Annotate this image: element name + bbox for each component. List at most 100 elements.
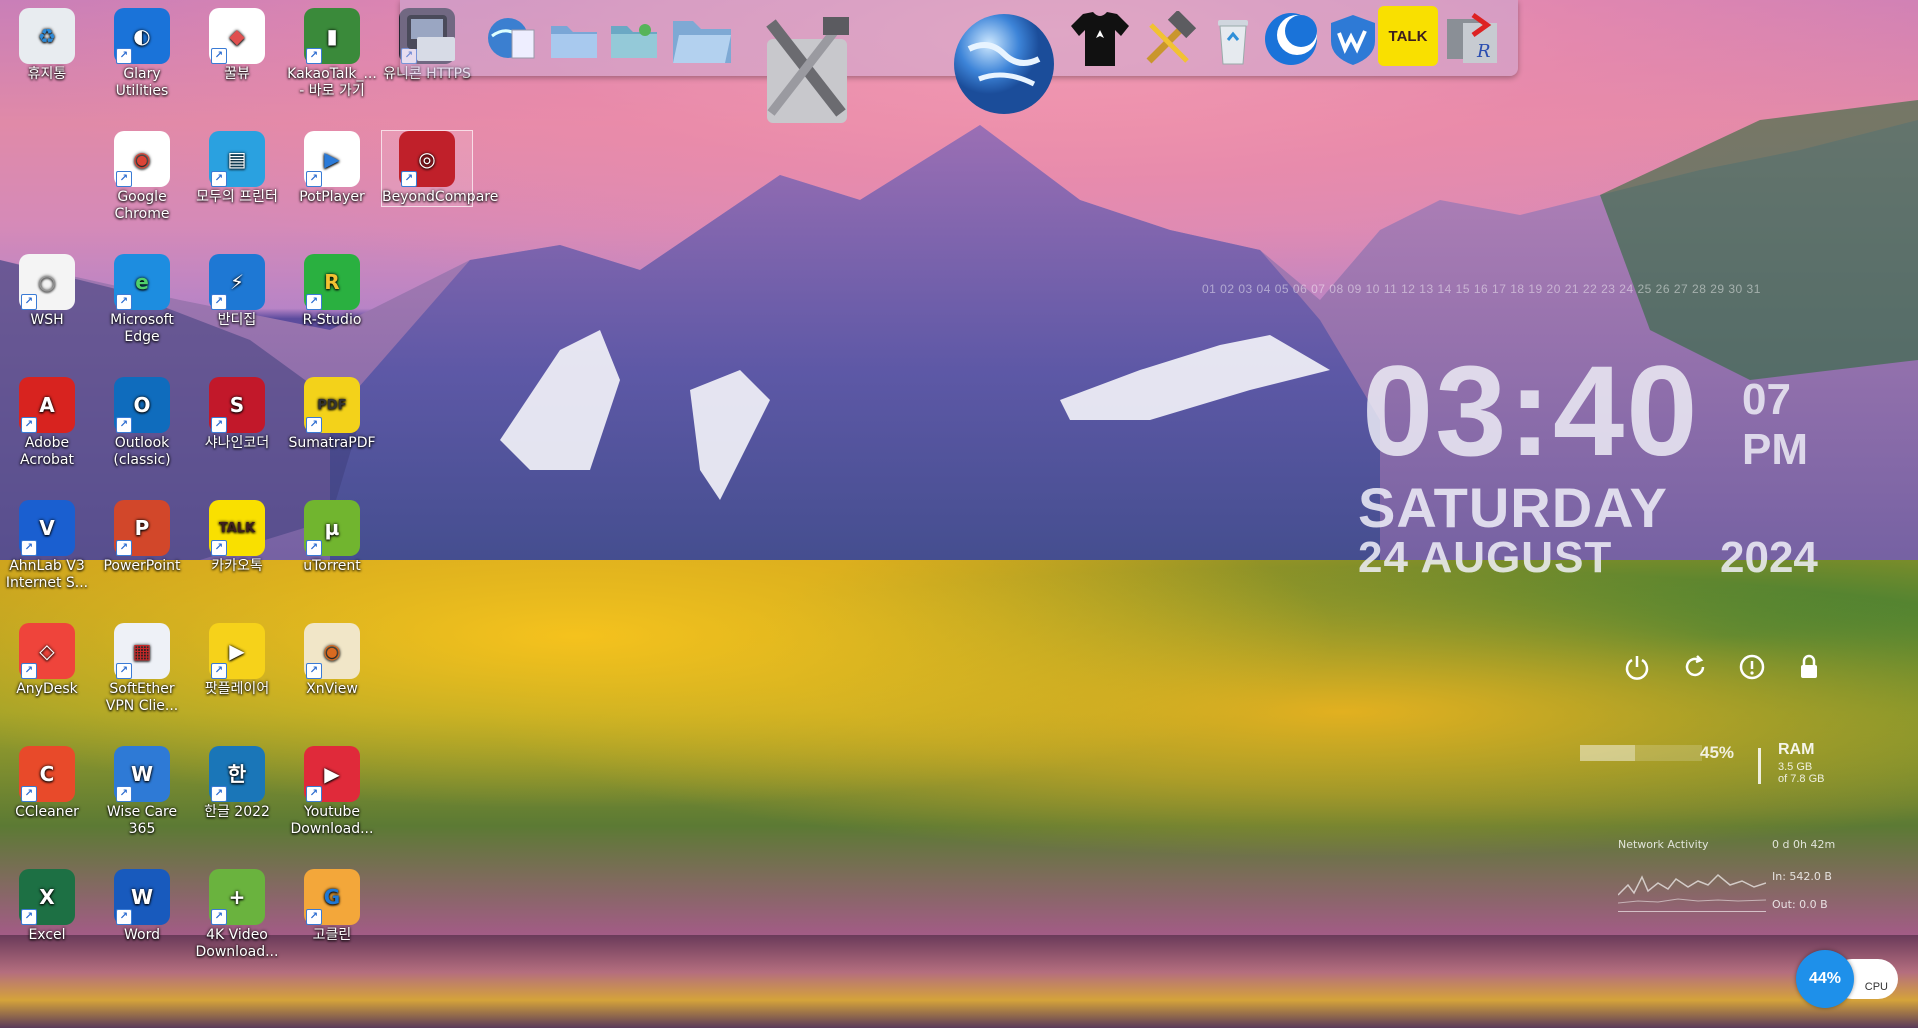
desktop-icon-label: 모두의 프린터 [196,189,278,205]
desktop-icon-label: 반디집 [217,312,257,328]
desktop-icon-word[interactable]: W ↗ Word [97,869,187,944]
desktop-icon-label: XnView [306,681,358,697]
desktop-icon-recycle-bin[interactable]: ♻ 휴지통 [2,8,92,83]
desktop-icon-chrome[interactable]: ◉ ↗ Google Chrome [97,131,187,223]
desktop-icon-label: Microsoft Edge [110,312,174,345]
rstudio-icon: R ↗ [304,254,360,310]
shortcut-arrow-icon: ↗ [306,294,322,310]
shortcut-arrow-icon: ↗ [211,909,227,925]
shortcut-arrow-icon: ↗ [21,540,37,556]
folder-svg [551,26,597,58]
clock-date: 24 AUGUST [1358,533,1613,582]
desktop-icon-label: SoftEther VPN Clie... [105,681,179,714]
desktop-icon-glary[interactable]: ◐ ↗ Glary Utilities [97,8,187,100]
lock-icon[interactable] [1794,652,1824,682]
desktop-icon-wisecare[interactable]: W ↗ Wise Care 365 [97,746,187,838]
power-svg [1625,656,1649,680]
kakaotalk-icon[interactable]: TALK [1378,6,1438,66]
desktop-icon-4k-downloader[interactable]: + ↗ 4K Video Download... [192,869,282,961]
shortcut-arrow-icon: ↗ [306,417,322,433]
desktop-icon-v3[interactable]: V ↗ AhnLab V3 Internet S... [2,500,92,592]
xnview-icon: ◉ ↗ [304,623,360,679]
shortcut-arrow-icon: ↗ [306,786,322,802]
globe-doc-icon[interactable] [482,8,542,68]
svg-text:R: R [1476,41,1491,62]
glary-icon: ◐ ↗ [114,8,170,64]
recycle-bin-icon[interactable] [1206,10,1260,70]
globe-icon[interactable] [948,8,1060,120]
glary-svg [1265,13,1317,65]
folder-open-icon[interactable] [668,10,738,70]
clock-time: 03:40 [1362,340,1700,483]
globe-svg [954,14,1054,114]
shortcut-arrow-icon: ↗ [211,48,227,64]
desktop-icon-hangul[interactable]: 한 ↗ 한글 2022 [192,746,282,821]
desktop-icon-ccleaner[interactable]: C ↗ CCleaner [2,746,92,821]
shortcut-arrow-icon: ↗ [116,663,132,679]
desktop-icon-label: uTorrent [303,558,361,574]
potplayer-icon: ▶ ↗ [304,131,360,187]
desktop-icon-utorrent[interactable]: µ ↗ uTorrent [287,500,377,575]
https-tool-icon[interactable] [400,6,460,66]
dock-bar: TALK R [400,0,1518,123]
desktop-icon-potplayer-yellow[interactable]: ▶ ↗ 팟플레이어 [192,623,282,698]
network-graph [1617,855,1767,912]
hammer-icon[interactable] [1140,10,1200,70]
ram-usage-bar [1580,745,1702,761]
desktop-icon-outlook[interactable]: O ↗ Outlook (classic) [97,377,187,469]
desktop-icon-excel[interactable]: X ↗ Excel [2,869,92,944]
potplayer-yellow-icon: ▶ ↗ [209,623,265,679]
globe-doc-svg [488,18,535,59]
desktop-icon-label: PowerPoint [103,558,181,574]
network-graph-svg [1617,873,1767,904]
shortcut-arrow-icon: ↗ [21,294,37,310]
desktop-icon-youtube-downloader[interactable]: ▶ ↗ Youtube Download... [287,746,377,838]
ram-separator [1758,748,1761,784]
desktop-icon-honeyview[interactable]: ◆ ↗ 꿀뷰 [192,8,282,83]
tools-icon[interactable] [750,12,860,132]
power-icon[interactable] [1622,652,1652,682]
network-out: Out: 0.0 B [1772,898,1828,911]
desktop-icon-softether[interactable]: ▦ ↗ SoftEther VPN Clie... [97,623,187,715]
shortcut-arrow-icon: ↗ [21,909,37,925]
youtube-downloader-icon: ▶ ↗ [304,746,360,802]
folder-icon[interactable] [546,12,602,64]
tshirt-icon[interactable] [1068,6,1132,72]
desktop-icon-bandizip[interactable]: ⚡ ↗ 반디집 [192,254,282,329]
shortcut-arrow-icon: ↗ [116,294,132,310]
folder-green-svg [611,24,657,58]
desktop-icon-shana-encoder[interactable]: S ↗ 샤나인코더 [192,377,282,452]
desktop-icon-beyondcompare[interactable]: ◎ ↗ BeyondCompare [381,130,498,207]
desktop-icon-goclean[interactable]: G ↗ 고클린 [287,869,377,944]
desktop-icon-printer[interactable]: ▤ ↗ 모두의 프린터 [192,131,282,206]
desktop-icon-label: Outlook (classic) [113,435,171,468]
kakaotalk-file-icon: ▮ ↗ [304,8,360,64]
hammer-svg [1146,11,1197,64]
utorrent-icon: µ ↗ [304,500,360,556]
registry-icon[interactable]: R [1442,8,1504,70]
desktop-icon-sumatrapdf[interactable]: PDF ↗ SumatraPDF [287,377,377,452]
powerpoint-icon: P ↗ [114,500,170,556]
desktop-icon-kakaotalk[interactable]: TALK ↗ 카카오톡 [192,500,282,575]
wise-care-icon[interactable] [1324,10,1382,68]
desktop-icon-powerpoint[interactable]: P ↗ PowerPoint [97,500,187,575]
desktop-icon-potplayer[interactable]: ▶ ↗ PotPlayer [287,131,377,206]
folder-green-icon[interactable] [606,12,662,64]
desktop-icon-wsh[interactable]: ○ ↗ WSH [2,254,92,329]
info-icon[interactable] [1737,652,1767,682]
cpu-widget[interactable]: CPU 44% [1796,950,1904,1008]
4k-downloader-icon: + ↗ [209,869,265,925]
desktop-icon-anydesk[interactable]: ◇ ↗ AnyDesk [2,623,92,698]
restart-icon[interactable] [1680,652,1710,682]
kakaotalk-label: TALK [1388,27,1428,45]
wisecare-icon: W ↗ [114,746,170,802]
desktop-icon-rstudio[interactable]: R ↗ R-Studio [287,254,377,329]
desktop-icon-xnview[interactable]: ◉ ↗ XnView [287,623,377,698]
desktop-icon-edge[interactable]: e ↗ Microsoft Edge [97,254,187,346]
desktop-icon-acrobat[interactable]: A ↗ Adobe Acrobat [2,377,92,469]
desktop-icon-label: Excel [28,927,66,943]
desktop-icon-label: 휴지통 [27,66,67,82]
clock-day: SATURDAY [1358,476,1668,539]
desktop-icon-kakaotalk-file[interactable]: ▮ ↗ KakaoTalk_... - 바로 가기 [287,8,377,100]
glary-icon[interactable] [1262,10,1320,68]
